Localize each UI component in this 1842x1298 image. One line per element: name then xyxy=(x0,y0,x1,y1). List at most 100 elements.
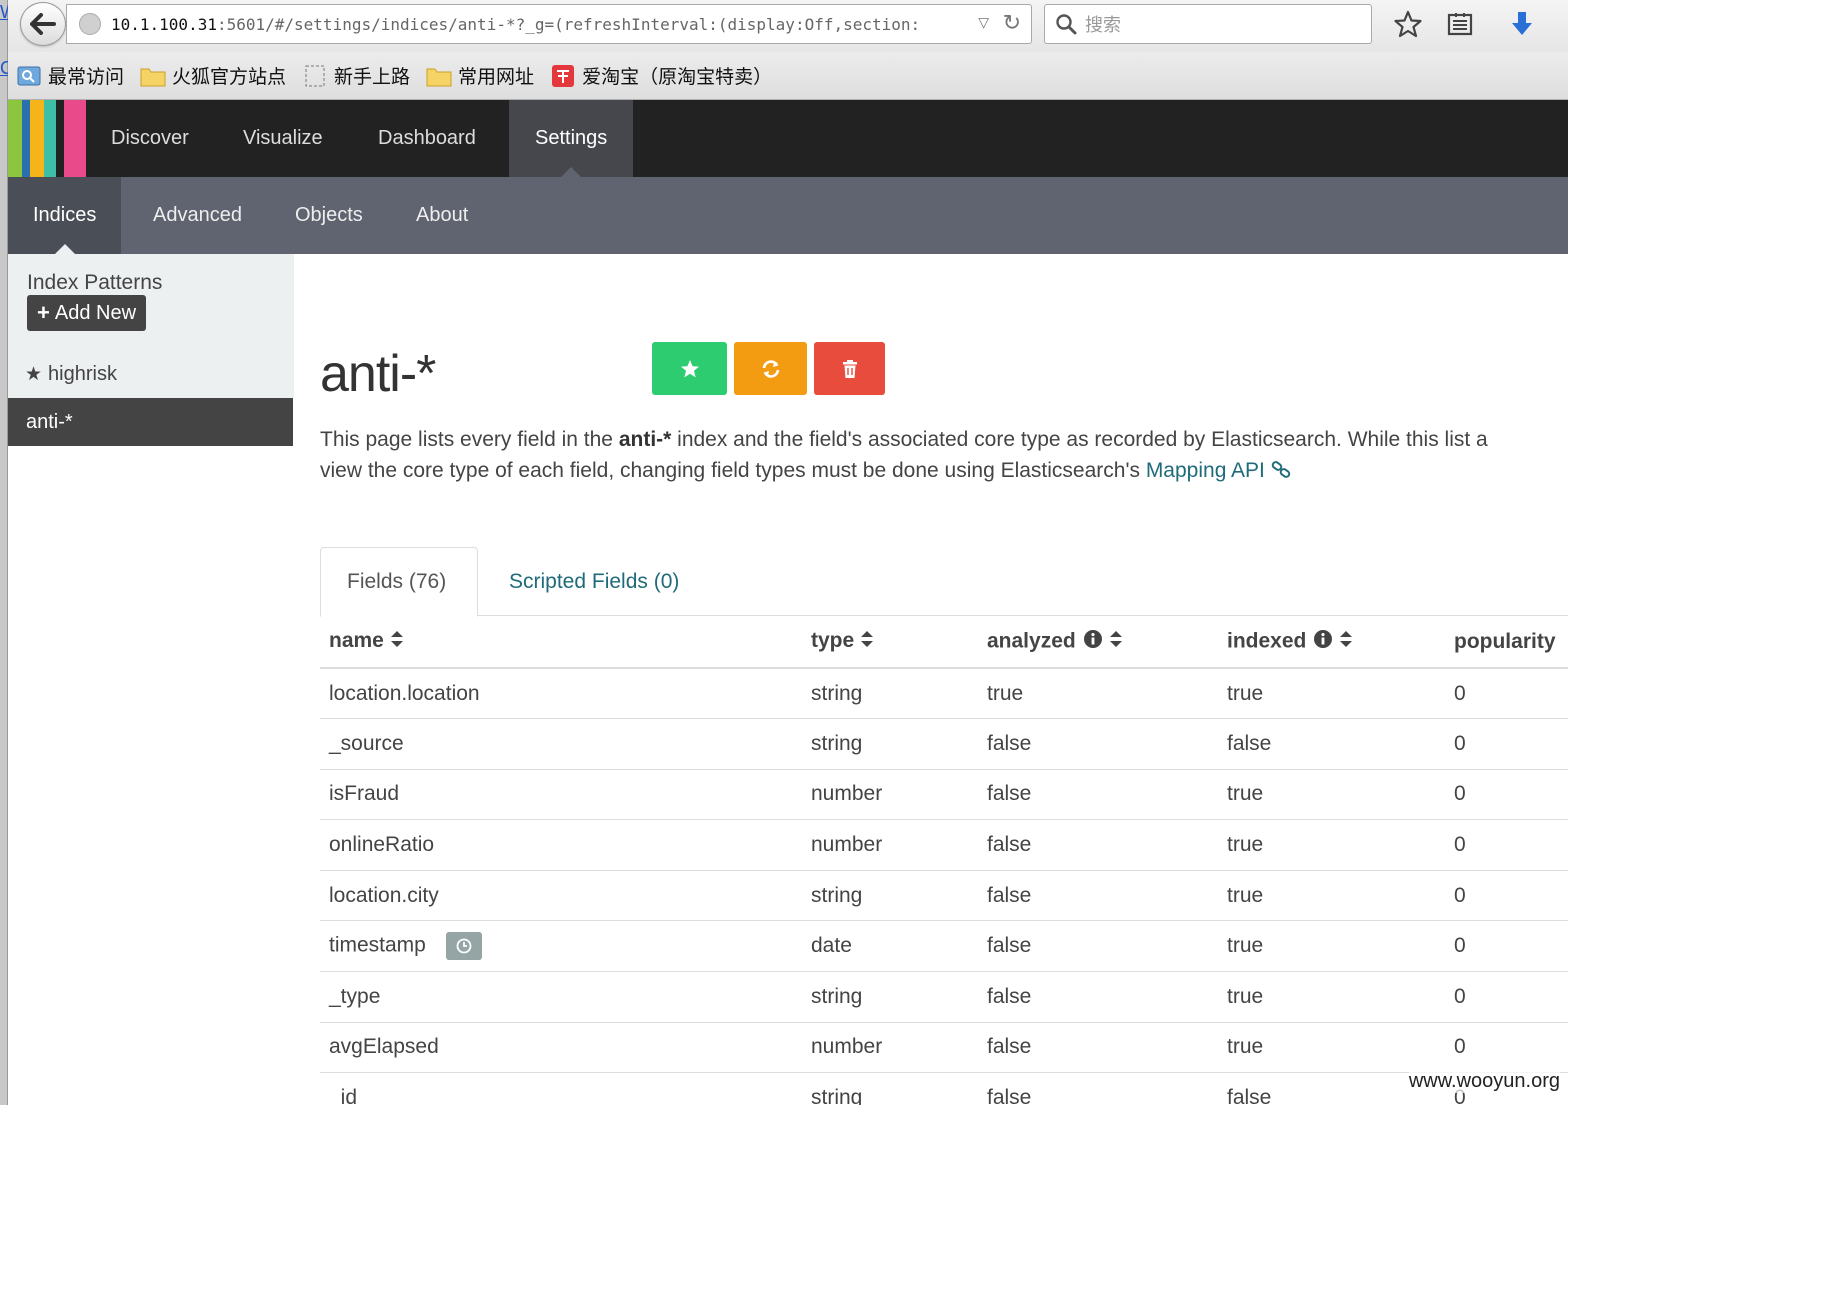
cell-popularity: 0 xyxy=(1445,718,1568,770)
cell-indexed: true xyxy=(1218,971,1445,1023)
bookmark-item[interactable]: 爱淘宝（原淘宝特卖） xyxy=(550,62,772,89)
table-header-row: name type analyzed indexed popularity xyxy=(320,616,1568,669)
add-new-label: Add New xyxy=(54,301,137,324)
add-new-button[interactable]: + Add New xyxy=(27,295,147,331)
cell-popularity: 0 xyxy=(1445,869,1568,921)
back-button[interactable] xyxy=(20,2,66,46)
cell-type: date xyxy=(802,920,978,972)
column-header-popularity[interactable]: popularity xyxy=(1445,616,1568,669)
search-icon xyxy=(1056,14,1077,35)
url-dropdown-icon[interactable]: ▽ xyxy=(978,15,989,31)
table-row[interactable]: onlineRatio number false true 0 xyxy=(320,819,1568,871)
page-title: anti-* xyxy=(320,345,436,403)
info-icon[interactable] xyxy=(1083,629,1103,655)
refresh-icon xyxy=(762,359,779,378)
table-row[interactable]: location.location string true true 0 xyxy=(320,667,1568,719)
cell-indexed: false xyxy=(1218,718,1445,770)
settings-subnav: Indices Advanced Objects About xyxy=(8,177,1568,255)
bookmark-star-icon[interactable] xyxy=(1392,8,1424,40)
cell-analyzed: true xyxy=(978,667,1218,719)
index-name-bold: anti-* xyxy=(618,428,672,451)
cell-popularity: 0 xyxy=(1445,920,1568,972)
table-row[interactable]: _id string false false 0 xyxy=(320,1072,1568,1105)
cell-name: avgElapsed xyxy=(320,1021,802,1073)
cell-analyzed: false xyxy=(978,869,1218,921)
table-row[interactable]: avgElapsed number false true 0 xyxy=(320,1021,1568,1073)
search-bar[interactable]: 搜索 xyxy=(1044,4,1372,44)
table-row[interactable]: _source string false false 0 xyxy=(320,718,1568,770)
sort-icon[interactable] xyxy=(390,630,404,654)
table-row[interactable]: _type string false true 0 xyxy=(320,971,1568,1023)
cell-name: _id xyxy=(320,1072,802,1105)
back-arrow-icon xyxy=(30,13,56,35)
field-tabs: Fields (76) Scripted Fields (0) xyxy=(320,547,1568,617)
cell-indexed: true xyxy=(1218,768,1445,820)
globe-icon xyxy=(79,13,101,35)
bookmark-item[interactable]: 新手上路 xyxy=(302,62,410,89)
subnav-about[interactable]: About xyxy=(391,177,493,254)
nav-dashboard[interactable]: Dashboard xyxy=(352,100,502,177)
nav-discover[interactable]: Discover xyxy=(85,100,215,177)
cell-analyzed: false xyxy=(978,768,1218,820)
plus-icon: + xyxy=(37,300,50,325)
subnav-objects[interactable]: Objects xyxy=(270,177,388,254)
pattern-label: anti-* xyxy=(26,410,73,433)
bookmark-item[interactable]: 常用网址 xyxy=(426,62,534,89)
column-header-indexed[interactable]: indexed xyxy=(1218,616,1445,669)
fields-table: name type analyzed indexed popularity lo… xyxy=(320,616,1568,1105)
mapping-api-link[interactable]: Mapping API xyxy=(1146,459,1291,482)
reload-icon[interactable]: ↻ xyxy=(1003,11,1021,36)
url-text[interactable]: 10.1.100.31:5601/#/settings/indices/anti… xyxy=(111,15,971,34)
nav-settings[interactable]: Settings xyxy=(509,100,634,178)
cell-name: onlineRatio xyxy=(320,819,802,871)
cell-name: _source xyxy=(320,718,802,770)
info-icon[interactable] xyxy=(1313,629,1333,655)
cell-indexed: true xyxy=(1218,819,1445,871)
tab-fields[interactable]: Fields (76) xyxy=(320,547,478,617)
window-edge-text: W xyxy=(0,2,8,23)
tab-scripted-fields[interactable]: Scripted Fields (0) xyxy=(483,547,705,616)
cell-analyzed: false xyxy=(978,718,1218,770)
nav-visualize[interactable]: Visualize xyxy=(217,100,349,177)
table-row[interactable]: isFraud number false true 0 xyxy=(320,768,1568,820)
url-bar[interactable]: 10.1.100.31:5601/#/settings/indices/anti… xyxy=(66,4,1032,44)
cell-popularity: 0 xyxy=(1445,971,1568,1023)
watermark: www.wooyun.org xyxy=(1408,1070,1560,1093)
cell-type: string xyxy=(802,667,978,719)
table-row[interactable]: location.city string false true 0 xyxy=(320,869,1568,921)
pattern-label: highrisk xyxy=(48,362,117,385)
reading-list-icon[interactable] xyxy=(1444,8,1476,40)
delete-index-button[interactable] xyxy=(814,342,885,395)
cell-type: string xyxy=(802,1072,978,1105)
cell-type: number xyxy=(802,768,978,820)
sort-icon[interactable] xyxy=(1339,630,1353,654)
column-header-analyzed[interactable]: analyzed xyxy=(978,616,1218,669)
folder-icon xyxy=(140,64,166,88)
index-pattern-anti[interactable]: anti-* xyxy=(8,398,293,446)
bookmark-item[interactable]: 火狐官方站点 xyxy=(140,62,286,89)
cell-type: string xyxy=(802,718,978,770)
cell-analyzed: false xyxy=(978,1021,1218,1073)
download-icon[interactable] xyxy=(1506,8,1538,40)
cell-type: string xyxy=(802,869,978,921)
folder-icon xyxy=(426,64,452,88)
set-default-button[interactable] xyxy=(652,342,727,395)
refresh-fields-button[interactable] xyxy=(734,342,807,395)
sort-icon[interactable] xyxy=(860,630,874,654)
subnav-advanced[interactable]: Advanced xyxy=(128,177,267,254)
table-row[interactable]: timestamp date false true 0 xyxy=(320,920,1568,972)
cell-indexed: true xyxy=(1218,667,1445,719)
subnav-indices-label: Indices xyxy=(33,204,97,226)
kibana-navbar: Discover Visualize Dashboard Settings xyxy=(8,100,1568,178)
sort-icon[interactable] xyxy=(1109,630,1123,654)
index-pattern-highrisk[interactable]: ★ highrisk xyxy=(8,350,293,398)
cell-analyzed: false xyxy=(978,819,1218,871)
subnav-indices[interactable]: Indices xyxy=(8,177,122,255)
kibana-logo[interactable] xyxy=(8,100,86,177)
fields-table-body: location.location string true true 0 _source s… xyxy=(320,667,1568,1105)
bookmarks-bar: 最常访问 火狐官方站点 新手上路 常用网址 爱淘宝（原淘宝特卖） xyxy=(8,52,1568,100)
bookmark-item[interactable]: 最常访问 xyxy=(16,62,124,89)
link-icon xyxy=(1271,461,1290,478)
column-header-type[interactable]: type xyxy=(802,616,978,669)
column-header-name[interactable]: name xyxy=(320,616,802,669)
